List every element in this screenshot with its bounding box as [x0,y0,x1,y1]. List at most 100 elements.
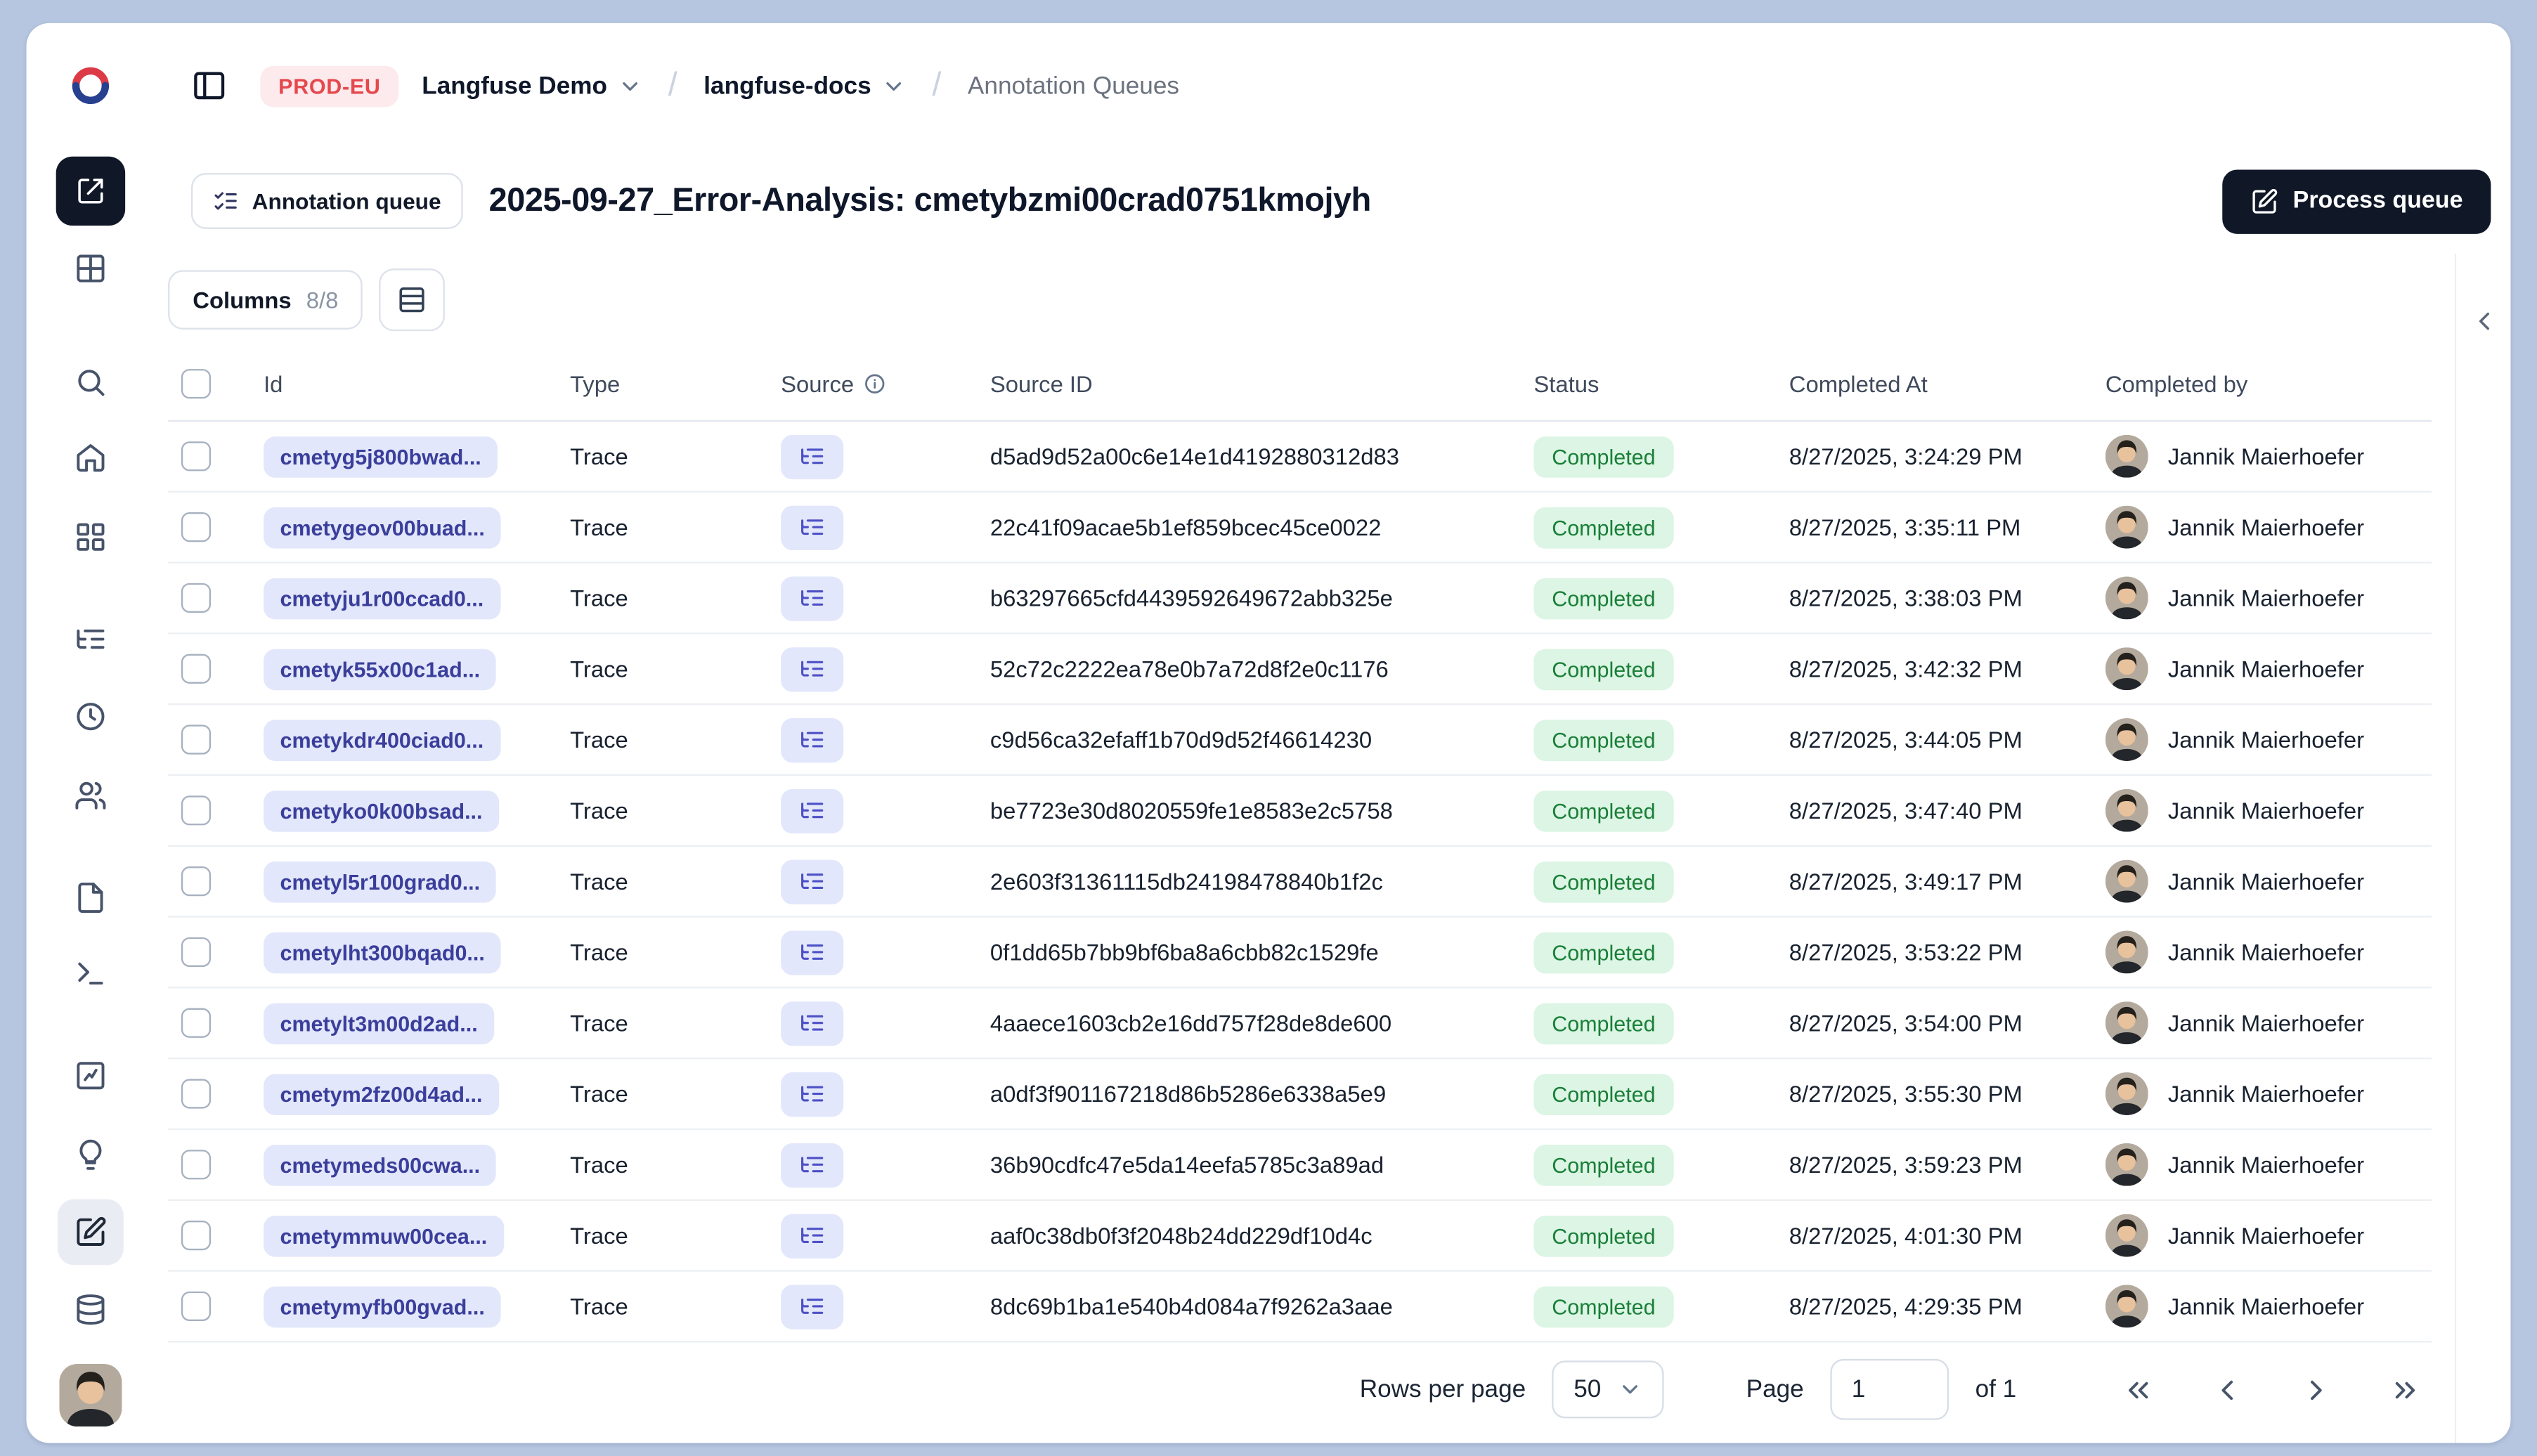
row-id-link[interactable]: cmetyko0k00bsad... [264,790,499,831]
table-row[interactable]: cmetyl5r100grad0... Trace 2e603f31361115… [168,847,2432,918]
first-page-button[interactable] [2119,1370,2158,1409]
sidebar-item-grid[interactable] [58,235,124,301]
column-header-source[interactable]: Source [781,370,990,396]
row-id-link[interactable]: cmetykdr400ciad0... [264,719,500,760]
sidebar-item-prompts[interactable] [58,865,124,931]
column-header-completed-by[interactable]: Completed by [2105,370,2432,396]
org-switcher[interactable]: Langfuse Demo [422,72,642,100]
row-source-trace-button[interactable] [781,505,844,550]
sidebar-item-users[interactable] [58,762,124,828]
page-label: Page [1746,1375,1804,1404]
row-user-avatar [2105,434,2148,478]
row-height-button[interactable] [379,268,446,332]
row-id-link[interactable]: cmetyk55x00c1ad... [264,648,497,690]
select-all-checkbox[interactable] [181,368,212,398]
queue-type-badge[interactable]: Annotation queue [190,173,463,229]
row-id-link[interactable]: cmetyg5j800bwad... [264,436,498,477]
table-row[interactable]: cmetyju1r00ccad0... Trace b63297665cfd44… [168,564,2432,635]
sidebar-item-datasets[interactable] [58,1277,124,1343]
sidebar-item-insights[interactable] [58,1122,124,1188]
sidebar-item-tracing[interactable] [58,606,124,672]
row-source-trace-button[interactable] [781,788,844,833]
column-header-type[interactable]: Type [570,370,781,396]
row-user-avatar [2105,788,2148,832]
row-type: Trace [570,443,628,470]
annotation-pen-icon [74,1216,107,1249]
row-source-trace-button[interactable] [781,930,844,975]
column-header-completed-at[interactable]: Completed At [1789,370,2105,396]
row-id-link[interactable]: cmetymyfb00gvad... [264,1285,502,1327]
table-row[interactable]: cmetyk55x00c1ad... Trace 52c72c2222ea78e… [168,634,2432,706]
row-checkbox[interactable] [181,654,212,684]
last-page-button[interactable] [2385,1370,2425,1409]
row-id-link[interactable]: cmetyl5r100grad0... [264,860,497,902]
sidebar-item-annotation-queues[interactable] [58,1199,124,1266]
row-checkbox[interactable] [181,1008,212,1038]
user-menu-avatar[interactable] [59,1363,122,1427]
row-source-trace-button[interactable] [781,859,844,904]
table-row[interactable]: cmetymeds00cwa... Trace 36b90cdfc47e5da1… [168,1130,2432,1201]
row-user-name: Jannik Maierhoefer [2167,726,2365,753]
row-checkbox[interactable] [181,795,212,826]
row-source-trace-button[interactable] [781,1142,844,1187]
column-header-source-id[interactable]: Source ID [990,370,1534,396]
row-type: Trace [570,1222,628,1249]
next-page-button[interactable] [2297,1370,2336,1409]
previous-page-button[interactable] [2207,1370,2247,1409]
sidebar-item-evaluation[interactable] [58,1043,124,1109]
row-completed-at: 8/27/2025, 3:54:00 PM [1789,1009,2023,1036]
table-row[interactable]: cmetygeov00buad... Trace 22c41f09acae5b1… [168,493,2432,564]
row-source-trace-button[interactable] [781,646,844,691]
table-row[interactable]: cmetyko0k00bsad... Trace be7723e30d80205… [168,776,2432,847]
row-source-trace-button[interactable] [781,717,844,762]
row-checkbox[interactable] [181,512,212,542]
sidebar-item-playground[interactable] [58,941,124,1007]
row-checkbox[interactable] [181,1150,212,1180]
sidebar-item-search[interactable] [58,349,124,415]
sidebar-item-home[interactable] [58,425,124,491]
row-checkbox[interactable] [181,441,212,472]
table-row[interactable]: cmetymmuw00cea... Trace aaf0c38db0f3f204… [168,1201,2432,1272]
row-source-trace-button[interactable] [781,1284,844,1329]
row-checkbox[interactable] [181,1221,212,1251]
row-checkbox[interactable] [181,937,212,968]
row-id-link[interactable]: cmetygeov00buad... [264,506,502,548]
breadcrumb-section[interactable]: Annotation Queues [968,72,1179,100]
sidebar-item-dashboards[interactable] [58,504,124,570]
table-row[interactable]: cmetylt3m00d2ad... Trace 4aaece1603cb2e1… [168,988,2432,1060]
row-checkbox[interactable] [181,724,212,755]
page-number-input[interactable] [1830,1358,1949,1420]
row-id-link[interactable]: cmetyju1r00ccad0... [264,577,500,619]
row-status-badge: Completed [1533,931,1674,973]
row-id-link[interactable]: cmetymmuw00cea... [264,1214,504,1256]
row-source-trace-button[interactable] [781,1213,844,1258]
row-id-link[interactable]: cmetymeds00cwa... [264,1144,497,1185]
row-checkbox[interactable] [181,866,212,897]
sidebar-toggle-button[interactable] [181,58,238,114]
table-row[interactable]: cmetymyfb00gvad... Trace 8dc69b1ba1e540b… [168,1272,2432,1343]
column-header-status[interactable]: Status [1533,370,1789,396]
row-id-link[interactable]: cmetylt3m00d2ad... [264,1002,495,1044]
collapse-panel-button[interactable] [2456,293,2510,349]
langfuse-logo-icon[interactable] [69,64,112,107]
process-queue-button[interactable]: Process queue [2221,169,2491,233]
row-source-trace-button[interactable] [781,434,844,479]
row-checkbox[interactable] [181,583,212,613]
table-row[interactable]: cmetyg5j800bwad... Trace d5ad9d52a00c6e1… [168,422,2432,493]
table-row[interactable]: cmetykdr400ciad0... Trace c9d56ca32efaff… [168,705,2432,776]
row-checkbox[interactable] [181,1291,212,1322]
table-row[interactable]: cmetym2fz00d4ad... Trace a0df3f901167218… [168,1059,2432,1131]
project-switcher[interactable]: langfuse-docs [703,72,906,100]
open-external-button[interactable] [56,156,126,226]
row-id-link[interactable]: cmetym2fz00d4ad... [264,1073,499,1114]
row-source-trace-button[interactable] [781,576,844,620]
columns-button[interactable]: Columns 8/8 [168,270,363,330]
table-row[interactable]: cmetylht300bqad0... Trace 0f1dd65b7bb9bf… [168,918,2432,989]
rows-per-page-select[interactable]: 50 [1552,1360,1664,1419]
row-source-trace-button[interactable] [781,1001,844,1046]
column-header-id[interactable]: Id [264,370,570,396]
row-source-trace-button[interactable] [781,1071,844,1117]
sidebar-item-sessions[interactable] [58,684,124,750]
row-id-link[interactable]: cmetylht300bqad0... [264,931,502,973]
row-checkbox[interactable] [181,1079,212,1109]
